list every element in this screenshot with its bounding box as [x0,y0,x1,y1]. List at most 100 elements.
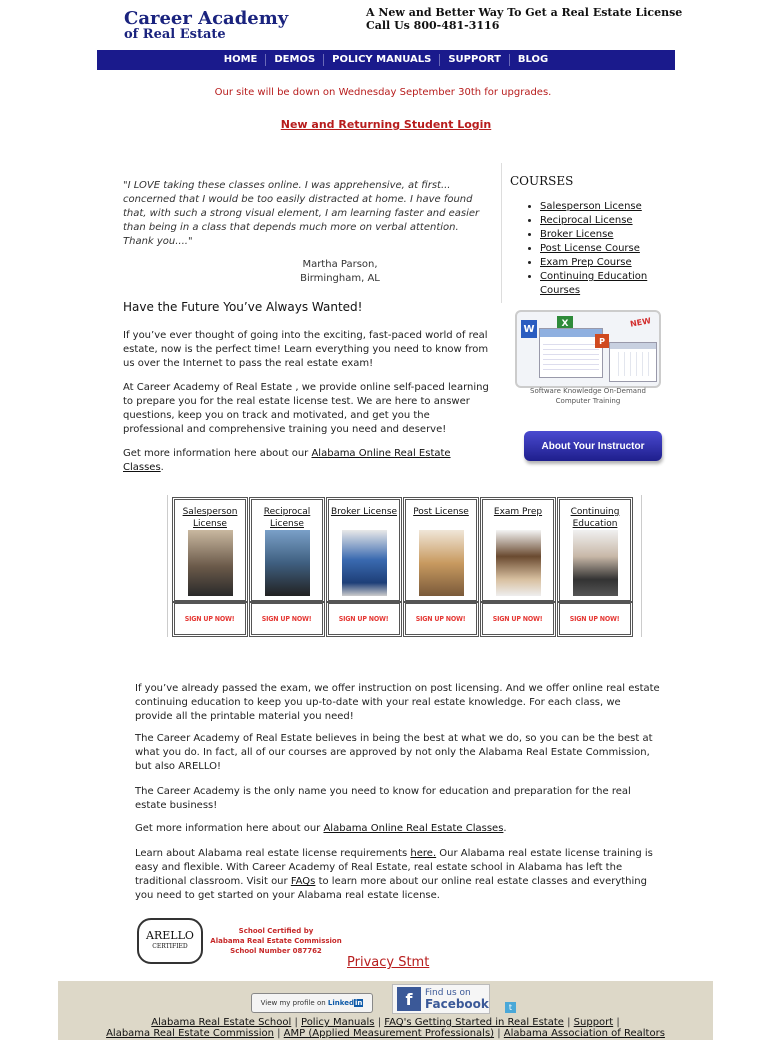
cert-line-1: School Certified by [238,927,314,935]
person-photo-icon[interactable] [265,530,310,596]
course-reciprocal-link[interactable]: Reciprocal License [540,215,633,226]
course-item: Post License Course [540,242,690,256]
course-item: Reciprocal License [540,214,690,228]
course-item: Exam Prep Course [540,256,690,270]
course-card: Continuing Education SIGN UP NOW! [557,497,633,637]
course-item: Broker License [540,228,690,242]
course-item: Continuing Education Courses [540,270,690,298]
card-top: Salesperson License [172,497,248,603]
facebook-brand: Facebook [425,997,489,1011]
student-login-link[interactable]: New and Returning Student Login [281,118,492,131]
courses-heading: COURSES [510,174,574,188]
app-screenshot-icon [609,342,657,382]
nav-home[interactable]: HOME [216,54,267,66]
course-post-license-link[interactable]: Post License Course [540,243,640,254]
linkedin-brand: Linked [327,999,354,1007]
course-item: Salesperson License [540,200,690,214]
card-top: Exam Prep [480,497,556,603]
signup-button[interactable]: SIGN UP NOW! [403,601,479,637]
footer-links-row-2: Alabama Real Estate Commission | AMP (Ap… [106,1028,665,1039]
facebook-icon: f [397,987,421,1011]
footer-alabama-school-link[interactable]: Alabama Real Estate School [151,1017,291,1028]
new-badge: NEW [629,316,652,329]
cert-line-2: Alabama Real Estate Commission [210,937,342,945]
signup-button[interactable]: SIGN UP NOW! [557,601,633,637]
login-link-wrap: New and Returning Student Login [0,118,766,131]
powerpoint-icon: P [595,334,609,348]
person-photo-icon[interactable] [496,530,541,596]
footer-commission-link[interactable]: Alabama Real Estate Commission [106,1028,274,1039]
intro-p3-text: Get more information here about our [123,448,312,459]
facebook-button[interactable]: f Find us on Facebook [392,984,490,1014]
phone-number: Call Us 800-481-3116 [366,19,500,32]
card-title-link[interactable]: Post License [406,506,476,518]
footer-realtors-link[interactable]: Alabama Association of Realtors [504,1028,665,1039]
courses-list: Salesperson License Reciprocal License B… [528,200,690,298]
course-exam-prep-link[interactable]: Exam Prep Course [540,257,632,268]
course-broker-link[interactable]: Broker License [540,229,613,240]
nav-policy-manuals[interactable]: POLICY MANUALS [324,54,441,66]
cert-line-3: School Number 087762 [230,947,322,955]
footer-faq-link[interactable]: FAQ's Getting Started in Real Estate [384,1017,564,1028]
card-top: Broker License [326,497,402,603]
signup-button[interactable]: SIGN UP NOW! [480,601,556,637]
word-icon: W [521,320,537,338]
signup-label: SIGN UP NOW! [262,615,312,623]
alabama-classes-link-2[interactable]: Alabama Online Real Estate Classes [323,823,503,834]
intro-paragraph-1: If you’ve ever thought of going into the… [123,330,489,369]
footer-policy-manuals-link[interactable]: Policy Manuals [301,1017,375,1028]
card-title-link[interactable]: Exam Prep [483,506,553,518]
footer-support-link[interactable]: Support [574,1017,614,1028]
certification-text: School Certified by Alabama Real Estate … [206,926,346,956]
body-paragraph-1: If you’ve already passed the exam, we of… [135,683,660,722]
body-paragraph-3: The Career Academy is the only name you … [135,786,631,811]
privacy-statement-link[interactable]: Privacy Stmt [347,955,429,970]
card-title-link[interactable]: Broker License [329,506,399,518]
requirements-here-link[interactable]: here. [410,848,436,859]
course-salesperson-link[interactable]: Salesperson License [540,201,642,212]
nav-demos[interactable]: DEMOS [266,54,325,66]
signup-button[interactable]: SIGN UP NOW! [172,601,248,637]
course-card: Post License SIGN UP NOW! [403,497,479,637]
footer-links-row-1: Alabama Real Estate School | Policy Manu… [151,1017,620,1028]
arello-seal-icon: ARELLO CERTIFIED [137,918,203,964]
software-caption: Software Knowledge On-Demand Computer Tr… [530,387,646,405]
person-photo-icon[interactable] [342,530,387,596]
testimonial-quote: "I LOVE taking these classes online. I w… [123,180,480,247]
card-title-link[interactable]: Salesperson License [175,506,245,530]
person-photo-icon[interactable] [419,530,464,596]
body-p4-suffix: . [503,823,507,834]
linkedin-profile-button[interactable]: View my profile on Linked in [251,993,373,1013]
card-top: Reciprocal License [249,497,325,603]
signup-label: SIGN UP NOW! [185,615,235,623]
signup-button[interactable]: SIGN UP NOW! [249,601,325,637]
logo-subtitle[interactable]: of Real Estate [124,27,226,42]
main-nav: HOME DEMOS POLICY MANUALS SUPPORT BLOG [97,50,675,70]
course-ce-link[interactable]: Continuing Education Courses [540,271,647,296]
privacy-wrap: Privacy Stmt [347,955,429,970]
faqs-link[interactable]: FAQs [291,876,316,887]
intro-p3-suffix: . [160,462,164,473]
card-title-link[interactable]: Continuing Education [560,506,630,530]
body-p4-text: Get more information here about our [135,823,324,834]
sidebar-divider [501,163,502,303]
spreadsheet-screenshot-icon [539,328,603,378]
signup-button[interactable]: SIGN UP NOW! [326,601,402,637]
course-card: Reciprocal License SIGN UP NOW! [249,497,325,637]
software-training-banner[interactable]: W X P NEW [515,310,661,388]
body-paragraph-5: Learn about Alabama real estate license … [135,847,663,903]
person-photo-icon[interactable] [573,530,618,596]
intro-paragraph-2: At Career Academy of Real Estate , we pr… [123,382,489,435]
nav-blog[interactable]: BLOG [510,54,556,66]
linkedin-icon: in [354,999,364,1007]
twitter-icon[interactable]: t [505,1002,516,1013]
nav-support[interactable]: SUPPORT [440,54,510,66]
footer-amp-link[interactable]: AMP (Applied Measurement Professionals) [284,1028,494,1039]
maintenance-notice: Our site will be down on Wednesday Septe… [214,87,552,98]
about-instructor-button[interactable]: About Your Instructor [524,431,662,461]
logo-title[interactable]: Career Academy [124,8,288,29]
person-photo-icon[interactable] [188,530,233,596]
testimonial-attribution: Martha Parson, Birmingham, AL [200,258,480,286]
card-title-link[interactable]: Reciprocal License [252,506,322,530]
linkedin-text: View my profile on [260,999,326,1007]
